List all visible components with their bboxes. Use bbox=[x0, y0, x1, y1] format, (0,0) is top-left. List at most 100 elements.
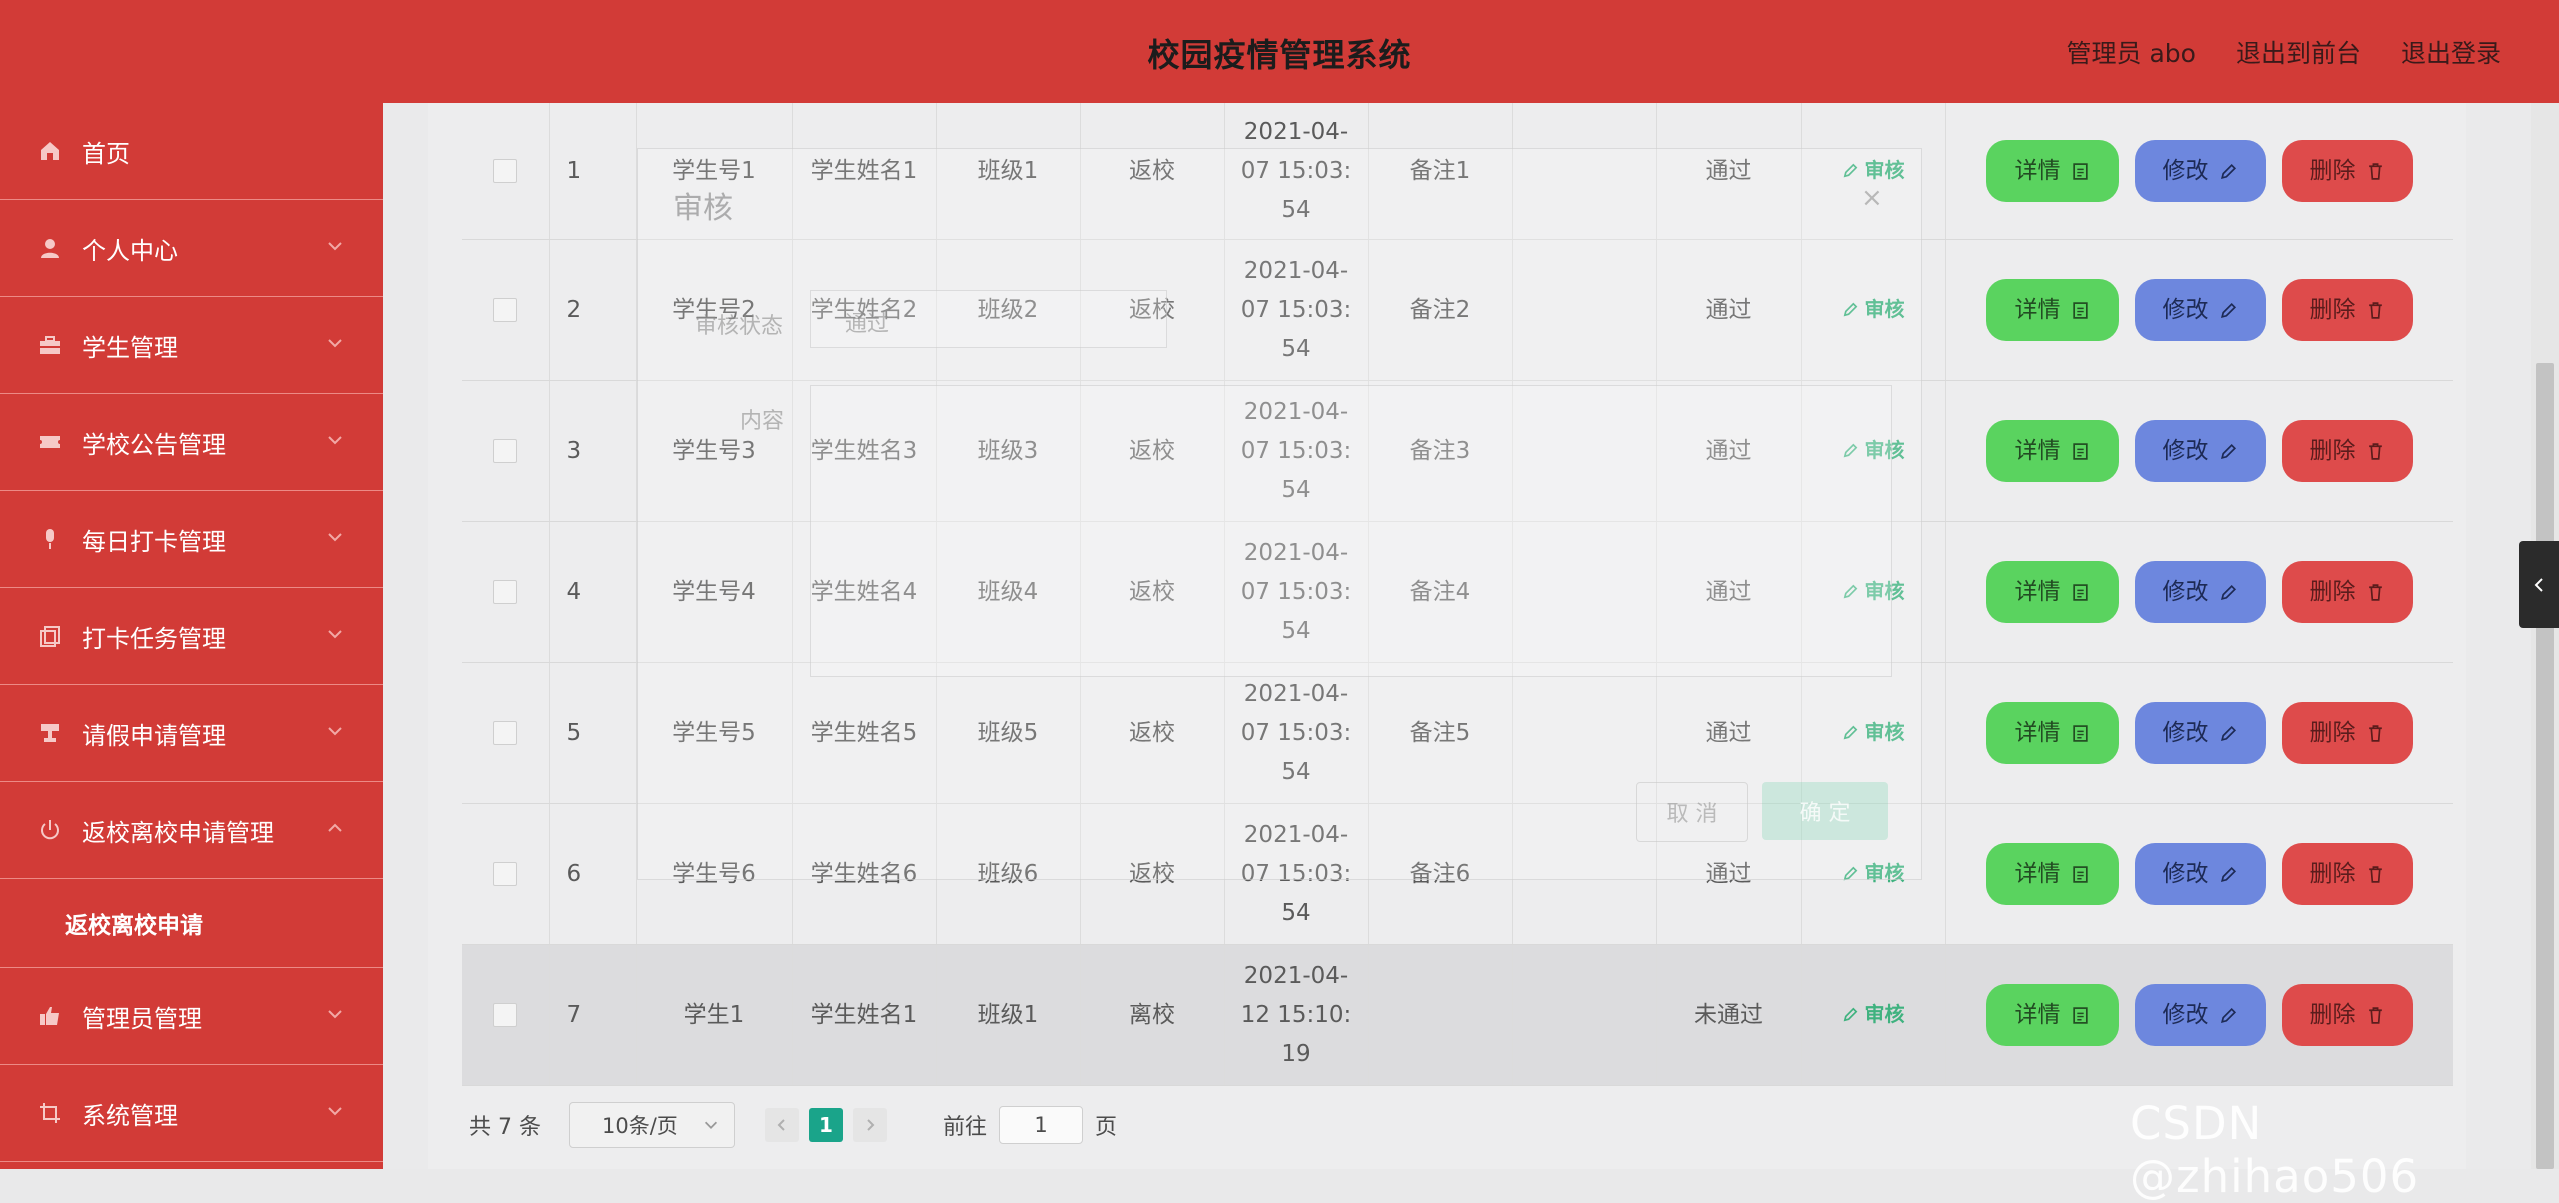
edit-label: 修改 bbox=[2162, 296, 2209, 323]
time-line: 19 bbox=[1281, 1040, 1311, 1067]
edit-icon bbox=[2220, 725, 2236, 741]
goto-suffix: 页 bbox=[1095, 1115, 1118, 1140]
pencil-icon bbox=[1843, 1007, 1857, 1021]
ticket-icon bbox=[38, 430, 62, 454]
chevron-down-icon bbox=[328, 339, 342, 348]
delete-button[interactable]: 删除 bbox=[2281, 984, 2413, 1046]
cell-actions: 详情 修改 删除 bbox=[1945, 103, 2453, 240]
row-checkbox[interactable] bbox=[493, 298, 518, 322]
document-icon bbox=[2072, 162, 2088, 180]
admin-user-link[interactable]: 管理员 abo bbox=[2067, 34, 2196, 70]
sidebar-item-students[interactable]: 学生管理 bbox=[0, 297, 383, 394]
row-checkbox[interactable] bbox=[493, 439, 518, 463]
cell-index: 6 bbox=[549, 803, 637, 945]
power-icon bbox=[38, 818, 62, 842]
page-size-select[interactable]: 10条/页 bbox=[568, 1102, 735, 1148]
sidebar-item-return-leave[interactable]: 返校离校申请管理 bbox=[0, 782, 383, 879]
document-icon bbox=[2072, 1006, 2088, 1024]
delete-button[interactable]: 删除 bbox=[2281, 420, 2413, 482]
sidebar-item-admins[interactable]: 管理员管理 bbox=[0, 968, 383, 1065]
sidebar-item-daily-checkin[interactable]: 每日打卡管理 bbox=[0, 491, 383, 588]
sidebar: 首页 个人中心 学生管理 学校公告管理 每日打卡管理 打卡任务管理 请假申请管理… bbox=[0, 103, 383, 1169]
page-number-button[interactable]: 1 bbox=[808, 1108, 843, 1142]
collapse-panel-tab[interactable] bbox=[2519, 541, 2559, 628]
vertical-scrollbar[interactable] bbox=[2531, 103, 2559, 1169]
delete-button[interactable]: 删除 bbox=[2281, 702, 2413, 764]
trash-icon bbox=[2368, 583, 2382, 601]
sidebar-item-label: 管理员管理 bbox=[82, 1004, 202, 1033]
row-checkbox[interactable] bbox=[493, 862, 518, 886]
cell-index: 1 bbox=[549, 103, 637, 240]
home-icon bbox=[38, 139, 62, 163]
chevron-down-icon bbox=[328, 1107, 342, 1116]
detail-label: 详情 bbox=[2014, 296, 2061, 323]
page-size-value: 10条/页 bbox=[601, 1114, 678, 1138]
delete-button[interactable]: 删除 bbox=[2281, 843, 2413, 905]
detail-button[interactable]: 详情 bbox=[1985, 420, 2119, 482]
cell-actions: 详情 修改 删除 bbox=[1945, 944, 2453, 1086]
detail-button[interactable]: 详情 bbox=[1985, 843, 2119, 905]
delete-label: 删除 bbox=[2309, 578, 2356, 605]
trash-icon bbox=[2368, 301, 2382, 319]
edit-button[interactable]: 修改 bbox=[2134, 140, 2266, 202]
row-checkbox[interactable] bbox=[493, 1003, 518, 1027]
edit-button[interactable]: 修改 bbox=[2134, 561, 2266, 623]
dialog-status-label: 审核状态 bbox=[695, 314, 784, 339]
sidebar-subitem-return-leave-apply[interactable]: 返校离校申请 bbox=[0, 879, 383, 968]
detail-button[interactable]: 详情 bbox=[1985, 140, 2119, 202]
scrollbar-thumb[interactable] bbox=[2536, 363, 2554, 1169]
row-select-cell bbox=[462, 380, 550, 522]
back-to-frontend-link[interactable]: 退出到前台 bbox=[2236, 34, 2361, 70]
sidebar-item-system[interactable]: 系统管理 bbox=[0, 1065, 383, 1162]
delete-button[interactable]: 删除 bbox=[2281, 279, 2413, 341]
dialog-cancel-button[interactable]: 取 消 bbox=[1636, 782, 1748, 842]
briefcase-icon bbox=[38, 333, 62, 357]
sidebar-item-home[interactable]: 首页 bbox=[0, 103, 383, 200]
row-checkbox[interactable] bbox=[493, 159, 518, 183]
edit-button[interactable]: 修改 bbox=[2134, 702, 2266, 764]
edit-button[interactable]: 修改 bbox=[2134, 843, 2266, 905]
next-page-button[interactable] bbox=[852, 1108, 887, 1142]
prev-page-button[interactable] bbox=[764, 1108, 799, 1142]
sidebar-item-profile[interactable]: 个人中心 bbox=[0, 200, 383, 297]
goto-page-input[interactable] bbox=[999, 1106, 1083, 1144]
dialog-confirm-button[interactable]: 确 定 bbox=[1762, 782, 1888, 840]
sidebar-item-announcements[interactable]: 学校公告管理 bbox=[0, 394, 383, 491]
dialog-content-label: 内容 bbox=[740, 409, 785, 434]
edit-label: 修改 bbox=[2162, 578, 2209, 605]
cell-index: 7 bbox=[549, 944, 637, 1086]
sidebar-item-leave-requests[interactable]: 请假申请管理 bbox=[0, 685, 383, 782]
edit-button[interactable]: 修改 bbox=[2134, 279, 2266, 341]
trash-icon bbox=[2368, 1006, 2382, 1024]
sidebar-item-label: 个人中心 bbox=[82, 236, 178, 265]
audit-link[interactable]: 审核 bbox=[1842, 995, 1905, 1034]
detail-button[interactable]: 详情 bbox=[1985, 702, 2119, 764]
chevron-down-icon bbox=[328, 1010, 342, 1019]
trash-icon bbox=[2368, 865, 2382, 883]
row-checkbox[interactable] bbox=[493, 580, 518, 604]
delete-button[interactable]: 删除 bbox=[2281, 140, 2413, 202]
dialog-close-icon[interactable]: × bbox=[1861, 183, 1883, 213]
sidebar-item-label: 系统管理 bbox=[82, 1101, 178, 1130]
cell-type: 离校 bbox=[1080, 944, 1225, 1086]
detail-button[interactable]: 详情 bbox=[1985, 279, 2119, 341]
edit-icon bbox=[2220, 584, 2236, 600]
row-select-cell bbox=[462, 103, 550, 240]
sidebar-item-checkin-tasks[interactable]: 打卡任务管理 bbox=[0, 588, 383, 685]
cell-actions: 详情 修改 删除 bbox=[1945, 380, 2453, 522]
row-checkbox[interactable] bbox=[493, 721, 518, 745]
cell-actions: 详情 修改 删除 bbox=[1945, 239, 2453, 381]
edit-button[interactable]: 修改 bbox=[2134, 984, 2266, 1046]
edit-label: 修改 bbox=[2162, 719, 2209, 746]
edit-button[interactable]: 修改 bbox=[2134, 420, 2266, 482]
delete-label: 删除 bbox=[2309, 157, 2356, 184]
chevron-left-icon bbox=[777, 1119, 785, 1131]
delete-button[interactable]: 删除 bbox=[2281, 561, 2413, 623]
thumbs-up-icon bbox=[38, 1004, 62, 1028]
header-links: 管理员 abo 退出到前台 退出登录 bbox=[2067, 34, 2501, 70]
detail-button[interactable]: 详情 bbox=[1985, 561, 2119, 623]
dialog-content-textarea[interactable] bbox=[810, 385, 1892, 677]
edit-icon bbox=[2220, 866, 2236, 882]
logout-link[interactable]: 退出登录 bbox=[2401, 34, 2501, 70]
detail-button[interactable]: 详情 bbox=[1985, 984, 2119, 1046]
